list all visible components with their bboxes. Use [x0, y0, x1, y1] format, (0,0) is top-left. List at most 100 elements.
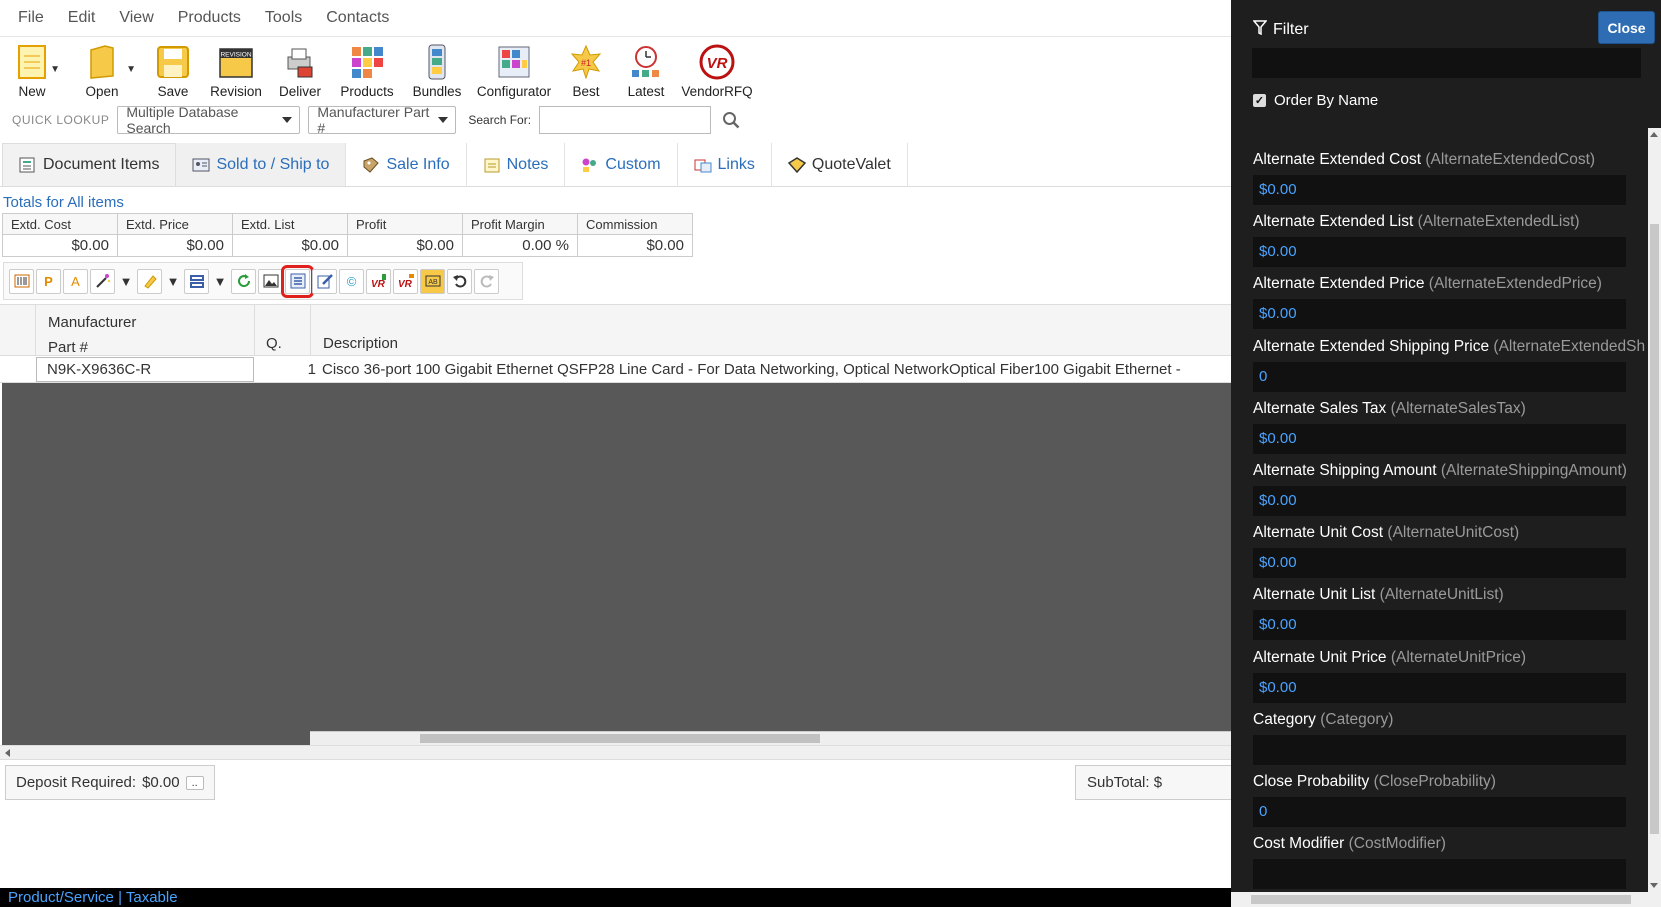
menu-products[interactable]: Products: [168, 9, 255, 27]
undo-icon[interactable]: [447, 268, 472, 294]
price-p-icon[interactable]: P: [36, 268, 61, 294]
edit-icon[interactable]: [312, 268, 337, 294]
tab-links[interactable]: Links: [677, 143, 772, 186]
close-button[interactable]: Close: [1598, 11, 1655, 44]
field-label: Alternate Extended Price: [1253, 275, 1425, 293]
filter-icon: [1252, 20, 1268, 40]
copyright-icon[interactable]: ©: [339, 268, 364, 294]
new-button[interactable]: New ▼: [10, 42, 60, 99]
chevron-down-icon[interactable]: ▼: [164, 269, 182, 294]
deliver-button[interactable]: Deliver: [270, 42, 330, 99]
field-value-input[interactable]: $0.00: [1253, 237, 1626, 268]
chevron-down-icon[interactable]: ▼: [117, 269, 135, 294]
field-value-input[interactable]: [1253, 734, 1626, 765]
menu-tools[interactable]: Tools: [255, 9, 316, 27]
list-view-icon[interactable]: [281, 264, 314, 298]
part-number-cell[interactable]: N9K-X9636C-R: [36, 357, 254, 382]
grid-horizontal-scrollbar[interactable]: [0, 745, 1231, 760]
svg-text:VR: VR: [371, 279, 386, 289]
field-value-input[interactable]: $0.00: [1253, 610, 1626, 641]
refresh-icon[interactable]: [231, 268, 256, 294]
magic-wand-icon[interactable]: [90, 268, 115, 294]
save-button[interactable]: Save: [144, 42, 202, 99]
menu-view[interactable]: View: [109, 9, 167, 27]
order-by-name-option[interactable]: ✓ Order By Name: [1253, 92, 1378, 109]
field-value-input[interactable]: $0.00: [1253, 548, 1626, 579]
column-description[interactable]: Description: [310, 305, 1230, 357]
column-part-number[interactable]: Manufacturer Part #: [35, 305, 255, 357]
tab-custom[interactable]: Custom: [565, 143, 678, 186]
field-value-input[interactable]: 0: [1253, 361, 1626, 392]
ab-label-icon[interactable]: AB: [420, 268, 445, 294]
grid-inner-scrollbar[interactable]: [310, 731, 1231, 745]
vr-add-icon[interactable]: VR: [366, 268, 391, 294]
database-select[interactable]: Multiple Database Search: [117, 104, 301, 136]
deposit-edit-button[interactable]: ..: [185, 775, 204, 790]
field-label: Alternate Extended Cost: [1253, 151, 1422, 168]
vr-update-icon[interactable]: VR: [393, 268, 418, 294]
filter-input[interactable]: [1252, 48, 1641, 78]
table-row[interactable]: N9K-X9636C-R 1 Cisco 36-port 100 Gigabit…: [0, 356, 1231, 383]
field-key: (CloseProbability): [1373, 772, 1496, 790]
status-product-service[interactable]: Product/Service: [8, 889, 114, 906]
order-by-name-checkbox[interactable]: ✓: [1253, 94, 1266, 107]
products-button[interactable]: Products: [334, 42, 400, 99]
tab-quotevalet[interactable]: QuoteValet: [771, 143, 908, 186]
barcode-icon[interactable]: [9, 268, 34, 294]
field-value-input[interactable]: $0.00: [1253, 299, 1626, 330]
scrollbar-thumb[interactable]: [1650, 224, 1659, 834]
filter-header: Filter: [1252, 20, 1309, 40]
highlighter-icon[interactable]: [137, 268, 162, 294]
latest-button[interactable]: Latest: [618, 42, 674, 99]
best-button[interactable]: #1 Best: [558, 42, 614, 99]
open-label: Open: [85, 84, 119, 99]
revision-button[interactable]: REVISION Revision: [206, 42, 266, 99]
filter-title: Filter: [1273, 21, 1309, 38]
menu-contacts[interactable]: Contacts: [316, 9, 403, 27]
field-value-input[interactable]: $0.00: [1253, 485, 1626, 516]
new-dropdown-icon[interactable]: ▼: [50, 64, 60, 75]
vendorrfq-button[interactable]: VR VendorRFQ: [678, 42, 756, 99]
field-value-input[interactable]: 0: [1253, 796, 1626, 827]
quantity-cell[interactable]: 1: [256, 361, 316, 378]
field-value-input[interactable]: $0.00: [1253, 423, 1626, 454]
transfer-icon[interactable]: [184, 268, 209, 294]
scroll-up-icon[interactable]: [1650, 132, 1658, 137]
tab-notes[interactable]: Notes: [466, 143, 566, 186]
configurator-button[interactable]: Configurator: [474, 42, 554, 99]
vendorrfq-label: VendorRFQ: [681, 84, 753, 99]
tab-sale-info[interactable]: Sale Info: [346, 143, 467, 186]
scroll-down-icon[interactable]: [1650, 883, 1658, 888]
field-value-input[interactable]: [1253, 859, 1626, 890]
best-label: Best: [572, 84, 600, 99]
tab-sold-to-ship-to[interactable]: Sold to / Ship to: [176, 143, 347, 186]
scrollbar-thumb[interactable]: [420, 734, 820, 743]
open-dropdown-icon[interactable]: ▼: [126, 64, 136, 75]
order-by-name-label: Order By Name: [1274, 92, 1379, 109]
status-taxable[interactable]: Taxable: [126, 889, 178, 906]
search-input[interactable]: [539, 106, 712, 134]
text-a-icon[interactable]: A: [63, 268, 88, 294]
image-icon[interactable]: [258, 268, 283, 294]
field-label: Cost Modifier: [1253, 835, 1345, 853]
redo-icon[interactable]: [474, 268, 499, 294]
document-tabs: Document Items Sold to / Ship to Sale In…: [0, 143, 1231, 187]
description-cell[interactable]: Cisco 36-port 100 Gigabit Ethernet QSFP2…: [322, 361, 1181, 378]
search-icon[interactable]: [719, 108, 743, 132]
scrollbar-thumb[interactable]: [1251, 895, 1631, 904]
chevron-down-icon[interactable]: ▼: [211, 269, 229, 294]
tab-document-items[interactable]: Document Items: [2, 143, 177, 186]
field-select[interactable]: Manufacturer Part #: [308, 104, 457, 136]
menu-file[interactable]: File: [8, 9, 58, 27]
field-value-input[interactable]: $0.00: [1253, 175, 1626, 205]
menu-edit[interactable]: Edit: [58, 9, 110, 27]
filter-horizontal-scrollbar[interactable]: [1231, 892, 1661, 907]
open-button[interactable]: Open ▼: [72, 42, 136, 99]
scroll-left-icon[interactable]: [5, 749, 10, 757]
column-quantity[interactable]: Q.: [256, 305, 308, 357]
links-icon: [694, 157, 712, 173]
filter-vertical-scrollbar[interactable]: [1648, 128, 1661, 892]
field-value-input[interactable]: $0.00: [1253, 672, 1626, 703]
subtotal-label: SubTotal:: [1087, 774, 1150, 791]
bundles-button[interactable]: Bundles: [404, 42, 470, 99]
